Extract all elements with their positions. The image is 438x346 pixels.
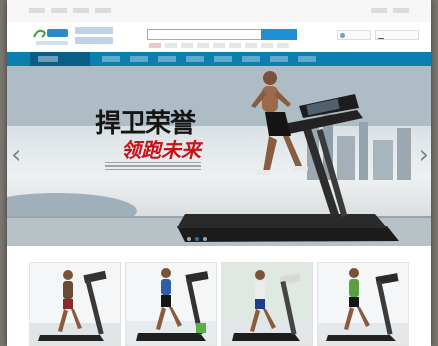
nav-item[interactable] bbox=[130, 56, 148, 62]
nav-item[interactable] bbox=[186, 56, 204, 62]
top-link[interactable] bbox=[393, 8, 409, 13]
product-card[interactable] bbox=[221, 262, 313, 346]
hot-keyword[interactable] bbox=[181, 43, 193, 48]
hot-keyword[interactable] bbox=[245, 43, 257, 48]
product-image bbox=[222, 263, 312, 345]
user-icon bbox=[340, 33, 345, 38]
top-link[interactable] bbox=[73, 8, 89, 13]
hero-title: 捍卫荣誉 bbox=[95, 109, 196, 139]
nav-item[interactable] bbox=[270, 56, 288, 62]
slide-indicators bbox=[187, 237, 207, 241]
nav-item[interactable] bbox=[214, 56, 232, 62]
hot-keyword[interactable] bbox=[261, 43, 273, 48]
top-bar bbox=[7, 0, 431, 23]
cart-icon bbox=[378, 33, 384, 39]
hot-keyword[interactable] bbox=[165, 43, 177, 48]
hero-headline: 捍卫荣誉 领跑未来 bbox=[95, 109, 201, 161]
product-card[interactable] bbox=[317, 262, 409, 346]
hot-keyword[interactable] bbox=[213, 43, 225, 48]
hero-caption bbox=[105, 162, 201, 170]
search-box bbox=[147, 29, 297, 40]
product-card[interactable] bbox=[125, 262, 217, 346]
product-image bbox=[126, 268, 216, 345]
treadmill-runner-image bbox=[177, 71, 399, 242]
product-image bbox=[30, 270, 120, 345]
hot-keyword[interactable] bbox=[229, 43, 241, 48]
nav-item[interactable] bbox=[242, 56, 260, 62]
search-input[interactable] bbox=[148, 30, 258, 39]
search-button[interactable] bbox=[261, 29, 297, 40]
product-row bbox=[29, 262, 411, 346]
chevron-right-icon[interactable]: › bbox=[419, 142, 429, 168]
hot-keywords bbox=[149, 43, 289, 48]
member-center-button[interactable] bbox=[337, 30, 371, 40]
product-image bbox=[318, 268, 408, 345]
hot-keyword[interactable] bbox=[277, 43, 289, 48]
all-categories-menu[interactable] bbox=[30, 52, 90, 66]
chevron-left-icon[interactable]: ‹ bbox=[11, 142, 21, 168]
page-frame: 捍卫荣誉 领跑未来 ‹ › bbox=[7, 0, 431, 346]
nav-item[interactable] bbox=[102, 56, 120, 62]
nav-item[interactable] bbox=[158, 56, 176, 62]
top-link[interactable] bbox=[371, 8, 387, 13]
hot-keyword[interactable] bbox=[197, 43, 209, 48]
top-links-left bbox=[29, 8, 111, 13]
hot-keywords-label bbox=[149, 43, 161, 48]
top-link[interactable] bbox=[29, 8, 45, 13]
slide-dot[interactable] bbox=[203, 237, 207, 241]
main-nav bbox=[7, 52, 431, 66]
nav-item[interactable] bbox=[298, 56, 316, 62]
top-link[interactable] bbox=[95, 8, 111, 13]
store-name bbox=[75, 27, 113, 47]
site-header bbox=[7, 22, 431, 52]
slide-dot[interactable] bbox=[195, 237, 199, 241]
product-card[interactable] bbox=[29, 262, 121, 346]
site-logo[interactable] bbox=[32, 26, 70, 48]
nav-items bbox=[102, 56, 316, 62]
hero-banner[interactable]: 捍卫荣誉 领跑未来 ‹ › bbox=[7, 66, 431, 246]
top-link[interactable] bbox=[51, 8, 67, 13]
cart-button[interactable] bbox=[375, 30, 419, 40]
hero-subtitle: 领跑未来 bbox=[121, 138, 201, 162]
top-links-right bbox=[371, 8, 409, 13]
slide-dot[interactable] bbox=[187, 237, 191, 241]
